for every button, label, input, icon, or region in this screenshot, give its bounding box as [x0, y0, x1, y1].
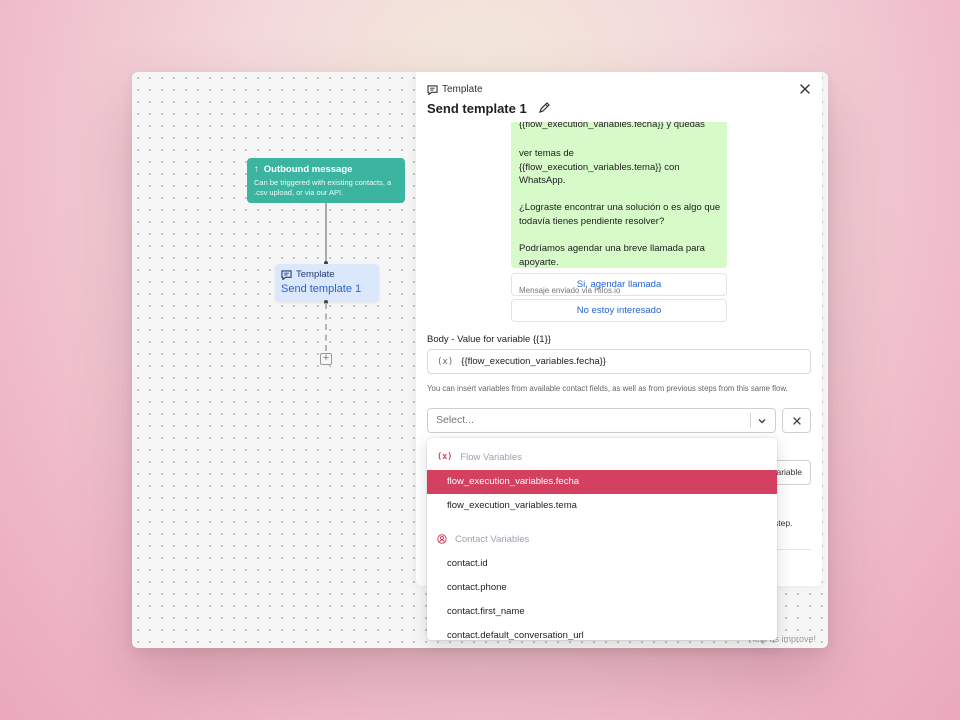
- dropdown-option-contact-url[interactable]: contact.default_conversation_url: [427, 624, 777, 640]
- variable-help-text: You can insert variables from available …: [427, 384, 788, 393]
- pencil-icon[interactable]: [538, 102, 550, 114]
- quick-reply-button[interactable]: No estoy interesado: [511, 299, 727, 322]
- node-connector: [325, 203, 327, 263]
- variable-icon: (x): [437, 452, 453, 462]
- outbound-node-title: ↑ Outbound message: [254, 164, 353, 175]
- arrow-up-icon: ↑: [254, 164, 259, 175]
- variable-icon: (x): [437, 356, 454, 367]
- dropdown-option-contact-phone[interactable]: contact.phone: [427, 576, 777, 600]
- chevron-down-icon[interactable]: [757, 416, 767, 426]
- flow-variables-group: (x) Flow Variables: [437, 451, 522, 463]
- message-body-text: ver temas de {{flow_execution_variables.…: [519, 148, 721, 268]
- select-placeholder: Select...: [436, 414, 474, 426]
- clear-select-button[interactable]: [782, 408, 811, 433]
- add-step-button[interactable]: +: [320, 353, 332, 365]
- body-variable-input[interactable]: (x) {{flow_execution_variables.fecha}}: [427, 349, 811, 374]
- panel-title: Send template 1: [427, 101, 527, 116]
- template-node-label: Template: [281, 269, 373, 280]
- panel-header: Template Send template 1: [416, 72, 822, 122]
- panel-kicker: Template: [427, 84, 483, 95]
- dropdown-option-contact-first-name[interactable]: contact.first_name: [427, 600, 777, 624]
- outbound-node-description: Can be triggered with existing contacts,…: [254, 178, 392, 197]
- template-node-name: Send template 1: [281, 283, 362, 295]
- body-variable-value: {{flow_execution_variables.fecha}}: [461, 356, 606, 367]
- contact-icon: [437, 534, 447, 544]
- dropdown-option-contact-id[interactable]: contact.id: [427, 552, 777, 576]
- contact-variables-group: Contact Variables: [437, 532, 529, 546]
- variable-dropdown-menu: (x) Flow Variables flow_execution_variab…: [427, 438, 777, 640]
- body-variable-label: Body - Value for variable {{1}}: [427, 334, 551, 345]
- whatsapp-message-preview: {{flow_execution_variables.fecha}} y que…: [511, 106, 727, 295]
- message-icon: [427, 84, 438, 95]
- outbound-message-node[interactable]: ↑ Outbound message Can be triggered with…: [247, 158, 405, 203]
- template-node[interactable]: Template Send template 1: [275, 264, 379, 302]
- dashed-connector: [325, 303, 327, 351]
- variable-select[interactable]: Select...: [427, 408, 776, 433]
- dropdown-option-flow-tema[interactable]: flow_execution_variables.tema: [427, 494, 777, 518]
- message-icon: [281, 269, 292, 280]
- close-icon[interactable]: [799, 83, 811, 95]
- select-separator: [750, 413, 751, 428]
- message-footer: Mensaje enviado via Hilos.io: [519, 286, 621, 295]
- dropdown-option-flow-fecha[interactable]: flow_execution_variables.fecha: [427, 470, 777, 494]
- close-icon: [792, 417, 801, 425]
